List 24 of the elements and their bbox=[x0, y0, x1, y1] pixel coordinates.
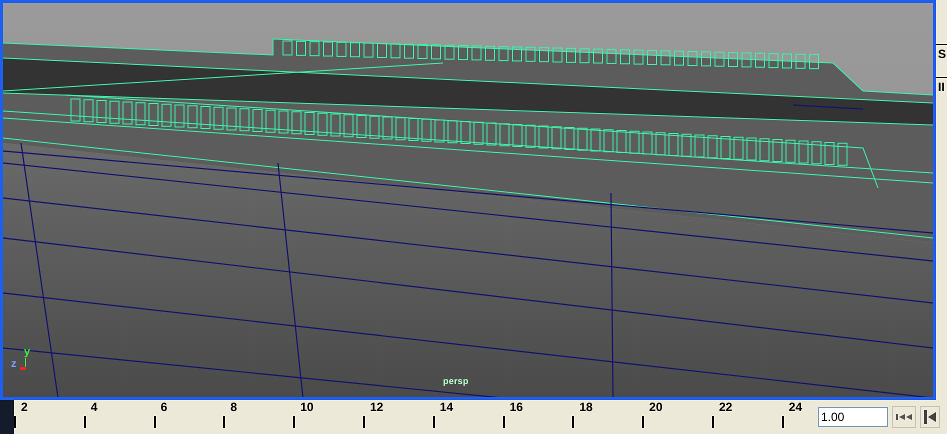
current-time-field[interactable]: 1.00 bbox=[818, 407, 888, 427]
frame-number: 8 bbox=[230, 401, 238, 413]
step-back-button[interactable] bbox=[920, 406, 940, 428]
panel-label: S bbox=[936, 44, 947, 63]
frame-number: 6 bbox=[160, 401, 168, 413]
frame-number: 14 bbox=[440, 401, 454, 413]
frame-number: 20 bbox=[649, 401, 663, 413]
go-to-start-button[interactable] bbox=[892, 406, 916, 428]
current-frame-marker bbox=[0, 400, 14, 434]
frame-number: 24 bbox=[788, 401, 802, 413]
frame-number: 18 bbox=[579, 401, 593, 413]
step-back-icon bbox=[924, 410, 936, 424]
frame-number: 4 bbox=[90, 401, 98, 413]
panel-label: II bbox=[936, 77, 947, 96]
frame-number: 22 bbox=[718, 401, 732, 413]
frame-number: 16 bbox=[510, 401, 523, 413]
camera-label: persp bbox=[443, 377, 469, 386]
axis-label: z bbox=[11, 359, 16, 370]
axis-label: y bbox=[24, 347, 30, 358]
frame-number: 10 bbox=[300, 401, 314, 413]
skip-to-start-icon bbox=[896, 413, 912, 421]
viewport-panel[interactable]: y z persp bbox=[0, 0, 936, 400]
frame-number: 12 bbox=[370, 401, 384, 413]
frame-number: 2 bbox=[21, 401, 28, 413]
